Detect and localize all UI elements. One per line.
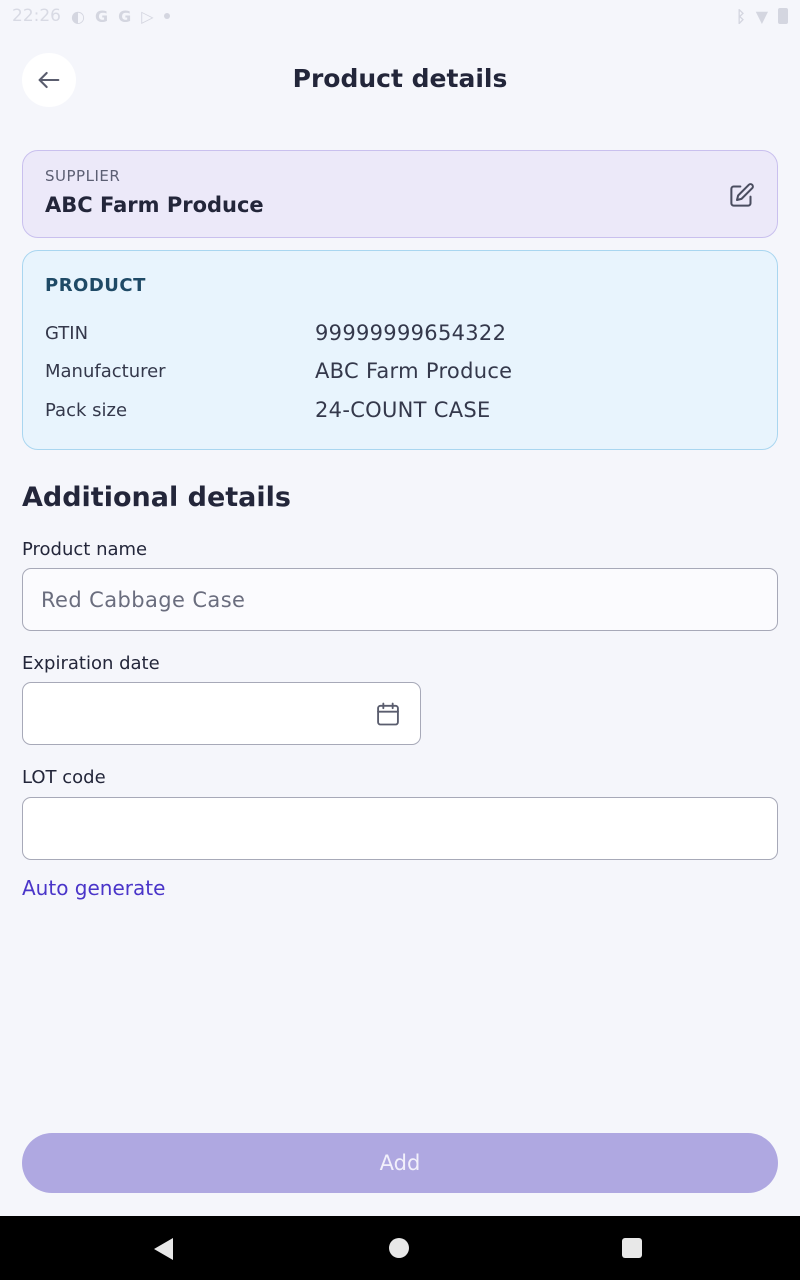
google-icon: G: [94, 6, 109, 26]
product-row-value: ABC Farm Produce: [315, 359, 513, 383]
supplier-label: SUPPLIER: [45, 167, 121, 185]
expiration-date-input[interactable]: [22, 682, 421, 745]
product-name-input[interactable]: Red Cabbage Case: [22, 568, 778, 631]
nav-recents-icon[interactable]: [622, 1238, 642, 1258]
product-row-key: Manufacturer: [45, 360, 166, 382]
bluetooth-icon: ᛒ: [736, 6, 746, 26]
section-title: Additional details: [22, 482, 291, 513]
wifi-icon: ▼: [755, 6, 768, 26]
edit-supplier-button[interactable]: [727, 181, 755, 209]
product-card: PRODUCT GTIN 99999999654322 Manufacturer…: [22, 250, 778, 450]
product-name-value: Red Cabbage Case: [41, 587, 246, 612]
system-nav-bar: [0, 1216, 800, 1280]
status-bar: 22:26 ◐ G G ▷ ᛒ ▼: [0, 0, 800, 32]
add-button[interactable]: Add: [22, 1133, 778, 1193]
edit-icon: [729, 182, 754, 207]
lot-code-input[interactable]: [22, 797, 778, 860]
expiration-date-label: Expiration date: [22, 653, 160, 674]
status-bar-right: ᛒ ▼: [736, 7, 788, 26]
product-row-manufacturer: Manufacturer ABC Farm Produce: [45, 359, 757, 383]
play-store-icon: ▷: [141, 6, 154, 26]
product-row-value: 24-COUNT CASE: [315, 398, 491, 422]
product-row-key: Pack size: [45, 399, 128, 421]
data-saver-icon: ◐: [71, 6, 85, 26]
product-row-key: GTIN: [45, 322, 89, 344]
product-row-gtin: GTIN 99999999654322: [45, 321, 757, 345]
product-row-value: 99999999654322: [315, 321, 507, 345]
supplier-card: SUPPLIER ABC Farm Produce: [22, 150, 778, 238]
product-row-pack-size: Pack size 24-COUNT CASE: [45, 398, 757, 422]
nav-home-icon[interactable]: [389, 1238, 409, 1258]
status-time: 22:26: [12, 6, 61, 26]
product-heading: PRODUCT: [45, 275, 146, 296]
dot-icon: [163, 13, 170, 19]
supplier-name: ABC Farm Produce: [45, 193, 264, 217]
product-name-label: Product name: [22, 539, 148, 560]
status-bar-left: 22:26 ◐ G G ▷: [12, 6, 170, 26]
battery-icon: [778, 8, 788, 24]
google-icon: G: [118, 6, 132, 26]
lot-code-label: LOT code: [22, 767, 106, 788]
auto-generate-link[interactable]: Auto generate: [22, 876, 165, 900]
nav-back-icon[interactable]: [154, 1238, 173, 1260]
calendar-icon[interactable]: [374, 700, 402, 728]
page-title: Product details: [292, 64, 508, 93]
